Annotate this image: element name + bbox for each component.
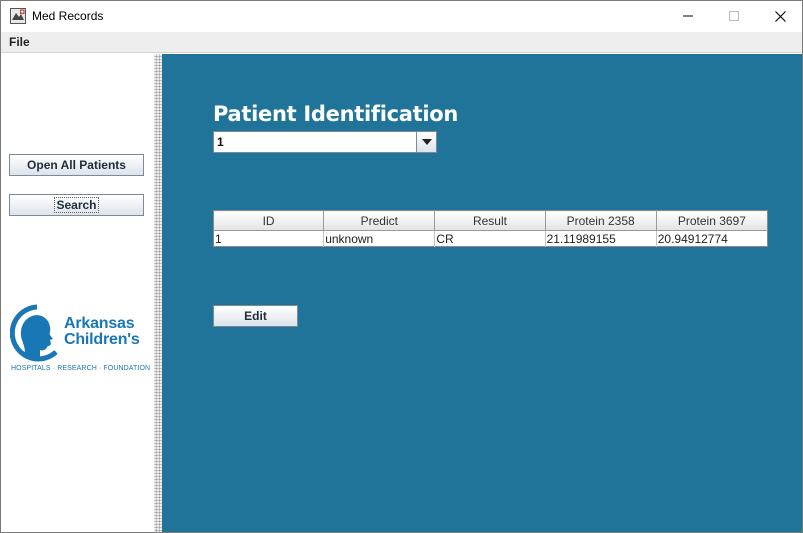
column-header-id[interactable]: ID bbox=[213, 210, 325, 231]
edit-button[interactable]: Edit bbox=[213, 305, 298, 327]
patient-id-value: 1 bbox=[217, 135, 224, 149]
logo-line2: Children's bbox=[64, 331, 140, 348]
column-header-predict[interactable]: Predict bbox=[323, 210, 436, 231]
window-title: Med Records bbox=[32, 9, 104, 23]
cell-protein-3697[interactable]: 20.94912774 bbox=[656, 231, 767, 247]
table-row[interactable]: 1 unknown CR 21.11989155 20.94912774 bbox=[213, 230, 768, 247]
close-button[interactable] bbox=[757, 1, 803, 31]
app-window: Med Records File Open All Patients Searc… bbox=[0, 0, 803, 533]
open-all-patients-label: Open All Patients bbox=[27, 158, 126, 172]
search-label: Search bbox=[54, 197, 99, 213]
patient-table: ID Predict Result Protein 2358 Protein 3… bbox=[213, 210, 768, 247]
logo-tagline: HOSPITALS · RESEARCH · FOUNDATION bbox=[11, 365, 151, 372]
main-panel: Patient Identification 1 ID Predict Resu… bbox=[162, 54, 802, 532]
patient-id-select[interactable]: 1 bbox=[213, 131, 437, 153]
page-title: Patient Identification bbox=[213, 102, 459, 126]
column-header-result[interactable]: Result bbox=[434, 210, 546, 231]
child-profile-logo-icon bbox=[10, 304, 58, 362]
menu-file[interactable]: File bbox=[9, 35, 30, 49]
column-header-protein-3697[interactable]: Protein 3697 bbox=[656, 210, 768, 231]
title-bar: Med Records bbox=[1, 1, 802, 32]
column-header-protein-2358[interactable]: Protein 2358 bbox=[545, 210, 657, 231]
cell-result[interactable]: CR bbox=[434, 230, 546, 247]
minimize-button[interactable] bbox=[665, 1, 711, 31]
dropdown-arrow-button[interactable] bbox=[416, 132, 436, 152]
menu-bar: File bbox=[1, 32, 802, 53]
cell-id[interactable]: 1 bbox=[213, 230, 325, 247]
split-pane-divider[interactable] bbox=[154, 54, 162, 532]
maximize-icon bbox=[729, 11, 739, 21]
search-button[interactable]: Search bbox=[9, 194, 144, 216]
chevron-down-icon bbox=[421, 139, 432, 145]
cell-predict[interactable]: unknown bbox=[323, 230, 436, 247]
close-icon bbox=[774, 10, 786, 22]
maximize-button[interactable] bbox=[711, 1, 757, 31]
arkansas-childrens-logo: Arkansas Children's HOSPITALS · RESEARCH… bbox=[10, 304, 150, 374]
edit-label: Edit bbox=[244, 309, 267, 323]
table-header-row: ID Predict Result Protein 2358 Protein 3… bbox=[213, 210, 768, 231]
med-records-app-icon bbox=[10, 8, 26, 24]
sidebar: Open All Patients Search Arkansas Childr… bbox=[2, 54, 154, 532]
cell-protein-2358[interactable]: 21.11989155 bbox=[545, 230, 657, 247]
open-all-patients-button[interactable]: Open All Patients bbox=[9, 154, 144, 176]
minimize-icon bbox=[683, 15, 693, 17]
